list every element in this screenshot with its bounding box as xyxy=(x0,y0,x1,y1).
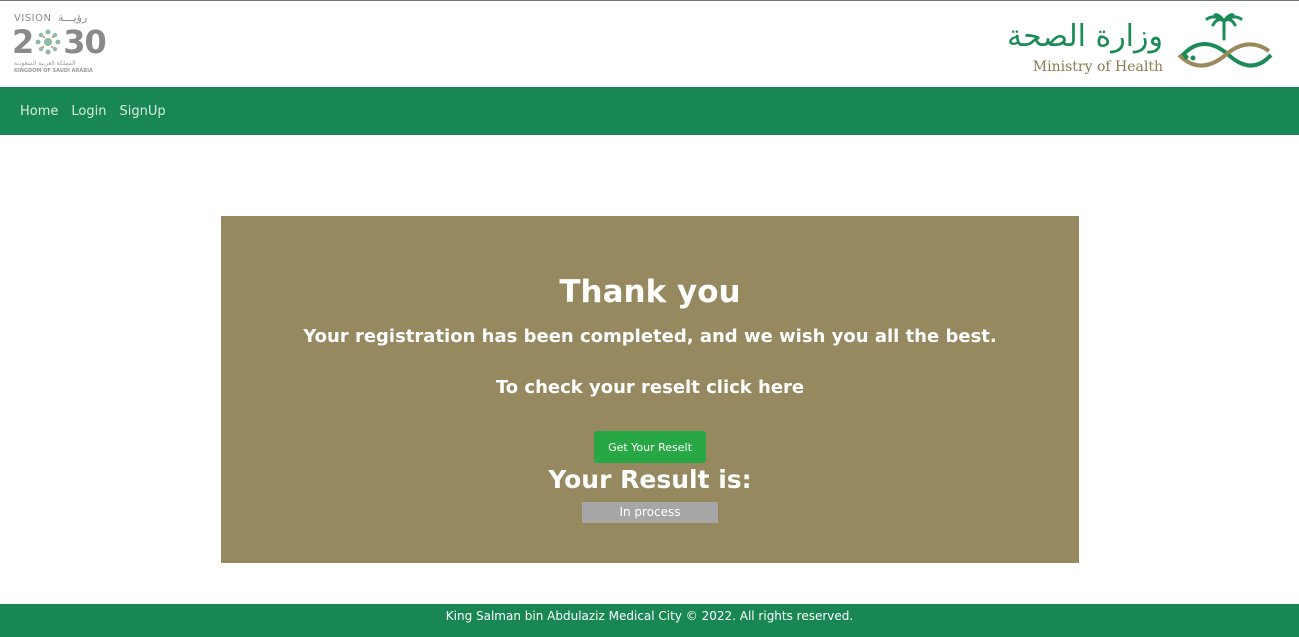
result-heading: Your Result is: xyxy=(548,465,752,494)
moh-logo-arabic: وزارة الصحة xyxy=(1007,19,1163,54)
nav-login-link[interactable]: Login xyxy=(71,104,106,119)
page-footer: King Salman bin Abdulaziz Medical City ©… xyxy=(0,604,1299,637)
vision-logo-year: 2 30 xyxy=(12,23,107,61)
page-header: VISION رؤيـــة 2 30 المملكة العربية السع… xyxy=(0,0,1299,87)
nav-signup-link[interactable]: SignUp xyxy=(119,104,165,119)
get-result-button[interactable]: Get Your Reselt xyxy=(594,431,706,463)
vision-year-right: 30 xyxy=(63,23,107,61)
vision-logo-english-subtitle: KINGDOM OF SAUDI ARABIA xyxy=(14,68,93,74)
moh-logo-english: Ministry of Health xyxy=(1032,59,1163,75)
main-navbar: Home Login SignUp xyxy=(0,87,1299,135)
nav-home-link[interactable]: Home xyxy=(20,104,58,119)
vision-2030-logo: VISION رؤيـــة 2 30 المملكة العربية السع… xyxy=(12,11,112,77)
ministry-of-health-logo: وزارة الصحة Ministry of Health xyxy=(1007,9,1275,79)
footer-copyright: King Salman bin Abdulaziz Medical City ©… xyxy=(445,609,854,623)
registration-result-card: Thank you Your registration has been com… xyxy=(221,216,1079,563)
thank-you-heading: Thank you xyxy=(559,274,741,310)
result-status-badge: In process xyxy=(582,502,718,523)
palm-swords-emblem-icon xyxy=(1177,13,1273,68)
vision-star-icon xyxy=(35,29,61,55)
check-result-prompt: To check your reselt click here xyxy=(495,377,805,398)
registration-message: Your registration has been completed, an… xyxy=(303,326,997,347)
vision-logo-arabic-subtitle: المملكة العربية السعودية xyxy=(14,60,76,67)
vision-year-left: 2 xyxy=(12,23,34,61)
